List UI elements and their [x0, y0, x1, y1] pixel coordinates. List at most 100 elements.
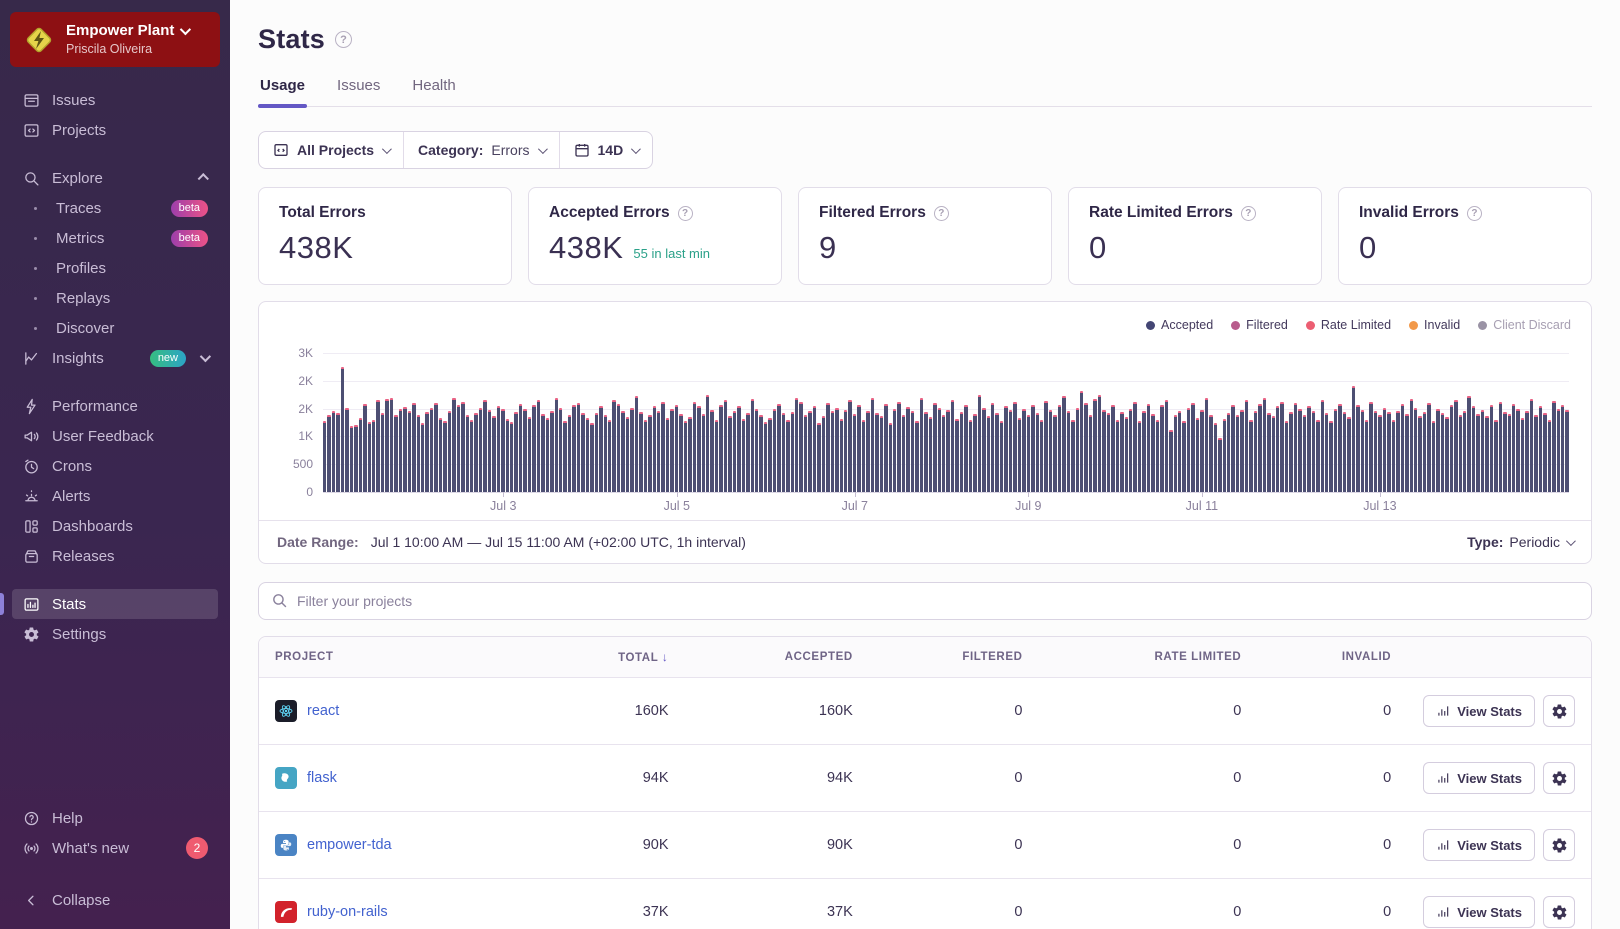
bar[interactable]	[1227, 413, 1230, 492]
bar[interactable]	[791, 412, 794, 492]
bar[interactable]	[871, 398, 874, 492]
bar[interactable]	[363, 404, 366, 492]
bar[interactable]	[1165, 400, 1168, 492]
bar[interactable]	[799, 402, 802, 492]
project-search-input[interactable]	[258, 582, 1592, 620]
bar[interactable]	[345, 408, 348, 492]
bar[interactable]	[1084, 403, 1087, 492]
bar[interactable]	[804, 415, 807, 492]
bar[interactable]	[889, 423, 892, 492]
bar[interactable]	[670, 409, 673, 492]
bar[interactable]	[1209, 415, 1212, 492]
bar[interactable]	[742, 419, 745, 492]
bar[interactable]	[920, 398, 923, 492]
bar[interactable]	[1316, 420, 1319, 492]
bar[interactable]	[1133, 402, 1136, 492]
bar[interactable]	[1258, 404, 1261, 492]
bar[interactable]	[1312, 411, 1315, 492]
bar[interactable]	[359, 418, 362, 492]
bar[interactable]	[523, 409, 526, 492]
bar[interactable]	[853, 414, 856, 492]
sidebar-item-settings[interactable]: Settings	[12, 619, 218, 649]
bar[interactable]	[439, 418, 442, 492]
bar[interactable]	[1383, 408, 1386, 492]
bar[interactable]	[1467, 396, 1470, 492]
bar[interactable]	[555, 398, 558, 492]
project-link[interactable]: react	[307, 703, 339, 719]
sidebar-item-releases[interactable]: Releases	[12, 541, 218, 571]
bar[interactable]	[390, 398, 393, 492]
bar[interactable]	[1516, 409, 1519, 492]
bar[interactable]	[822, 416, 825, 492]
bar[interactable]	[1476, 414, 1479, 492]
bar[interactable]	[1169, 430, 1172, 492]
bar[interactable]	[376, 400, 379, 492]
bar[interactable]	[715, 420, 718, 492]
bar[interactable]	[1018, 418, 1021, 492]
bar[interactable]	[488, 410, 491, 492]
bar[interactable]	[644, 420, 647, 492]
bar[interactable]	[955, 419, 958, 492]
bar[interactable]	[577, 403, 580, 492]
bar[interactable]	[550, 411, 553, 492]
view-stats-button[interactable]: View Stats	[1423, 829, 1535, 861]
bar[interactable]	[969, 420, 972, 492]
bar[interactable]	[1231, 405, 1234, 492]
bar[interactable]	[697, 406, 700, 492]
bar[interactable]	[604, 415, 607, 492]
bar[interactable]	[470, 420, 473, 492]
bar[interactable]	[933, 403, 936, 492]
bar[interactable]	[978, 395, 981, 492]
bar[interactable]	[960, 412, 963, 492]
project-link[interactable]: ruby-on-rails	[307, 904, 388, 920]
column-header-project[interactable]: PROJECT	[259, 637, 533, 678]
bar[interactable]	[537, 400, 540, 492]
bar[interactable]	[1098, 395, 1101, 492]
bar[interactable]	[595, 413, 598, 492]
sidebar-item-help[interactable]: Help	[12, 803, 218, 833]
bar[interactable]	[590, 423, 593, 492]
bar[interactable]	[875, 413, 878, 492]
bar[interactable]	[1543, 413, 1546, 492]
bar[interactable]	[1120, 412, 1123, 492]
bar[interactable]	[461, 402, 464, 492]
bar[interactable]	[1263, 398, 1266, 492]
bar[interactable]	[1321, 400, 1324, 492]
bar[interactable]	[1508, 414, 1511, 492]
bar[interactable]	[1125, 417, 1128, 492]
bar[interactable]	[457, 405, 460, 492]
bar[interactable]	[1534, 415, 1537, 492]
bar[interactable]	[639, 412, 642, 492]
bar[interactable]	[1205, 398, 1208, 492]
bar[interactable]	[1147, 404, 1150, 492]
bar[interactable]	[1338, 404, 1341, 492]
bar[interactable]	[1156, 420, 1159, 492]
help-icon[interactable]: ?	[934, 206, 949, 221]
bar[interactable]	[1343, 412, 1346, 492]
bar[interactable]	[831, 411, 834, 492]
bar[interactable]	[755, 409, 758, 492]
bar[interactable]	[902, 415, 905, 492]
bar[interactable]	[443, 421, 446, 492]
bar[interactable]	[1521, 418, 1524, 492]
bar[interactable]	[746, 413, 749, 492]
bar[interactable]	[1245, 400, 1248, 492]
bar[interactable]	[1044, 401, 1047, 492]
bar[interactable]	[492, 416, 495, 492]
bar[interactable]	[911, 411, 914, 492]
bar[interactable]	[1031, 405, 1034, 492]
bar[interactable]	[973, 414, 976, 492]
bar[interactable]	[1472, 406, 1475, 492]
bar[interactable]	[857, 405, 860, 492]
bar[interactable]	[897, 402, 900, 492]
bar[interactable]	[813, 406, 816, 492]
bar[interactable]	[1093, 399, 1096, 492]
bar[interactable]	[862, 420, 865, 492]
view-stats-button[interactable]: View Stats	[1423, 762, 1535, 794]
project-filter-dropdown[interactable]: All Projects	[259, 132, 404, 168]
bar[interactable]	[1427, 403, 1430, 492]
usage-chart[interactable]: 05001K2K2K3K	[323, 342, 1569, 492]
bar[interactable]	[399, 409, 402, 492]
bar[interactable]	[1530, 399, 1533, 492]
bar[interactable]	[795, 398, 798, 492]
